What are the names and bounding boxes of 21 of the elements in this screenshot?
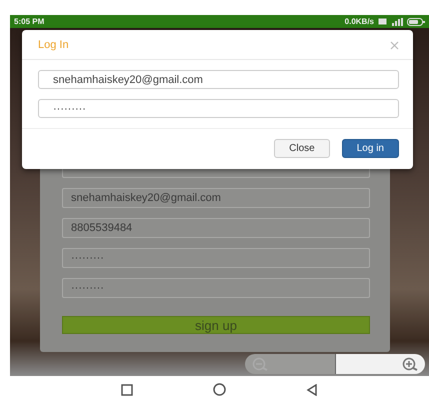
input-field[interactable]: snehamhaiskey20@gmail.com <box>38 70 399 89</box>
input-field[interactable]: ········· <box>62 278 370 298</box>
home-icon[interactable] <box>213 383 226 396</box>
zoom-in-button[interactable] <box>335 354 425 374</box>
input-field[interactable]: ········· <box>62 248 370 268</box>
login-button[interactable]: Log in <box>342 139 399 158</box>
input-field[interactable]: ········· <box>38 99 399 118</box>
zoom-out-icon <box>251 357 269 371</box>
sign-up-button[interactable]: sign up <box>62 316 370 334</box>
dialog-title: Log In <box>38 39 69 51</box>
input-field[interactable]: 8805539484 <box>62 218 370 238</box>
close-button[interactable]: Close <box>274 139 330 158</box>
network-speed: 0.0KB/s <box>344 17 374 26</box>
zoom-in-icon <box>401 357 419 371</box>
signal-icon <box>391 18 403 26</box>
input-field[interactable]: snehamhaiskey20@gmail.com <box>62 188 370 208</box>
hd-icon <box>378 18 387 25</box>
recents-icon[interactable] <box>121 384 133 396</box>
status-time: 5:05 PM <box>14 17 44 26</box>
battery-icon <box>407 18 425 26</box>
back-icon[interactable] <box>306 384 318 396</box>
